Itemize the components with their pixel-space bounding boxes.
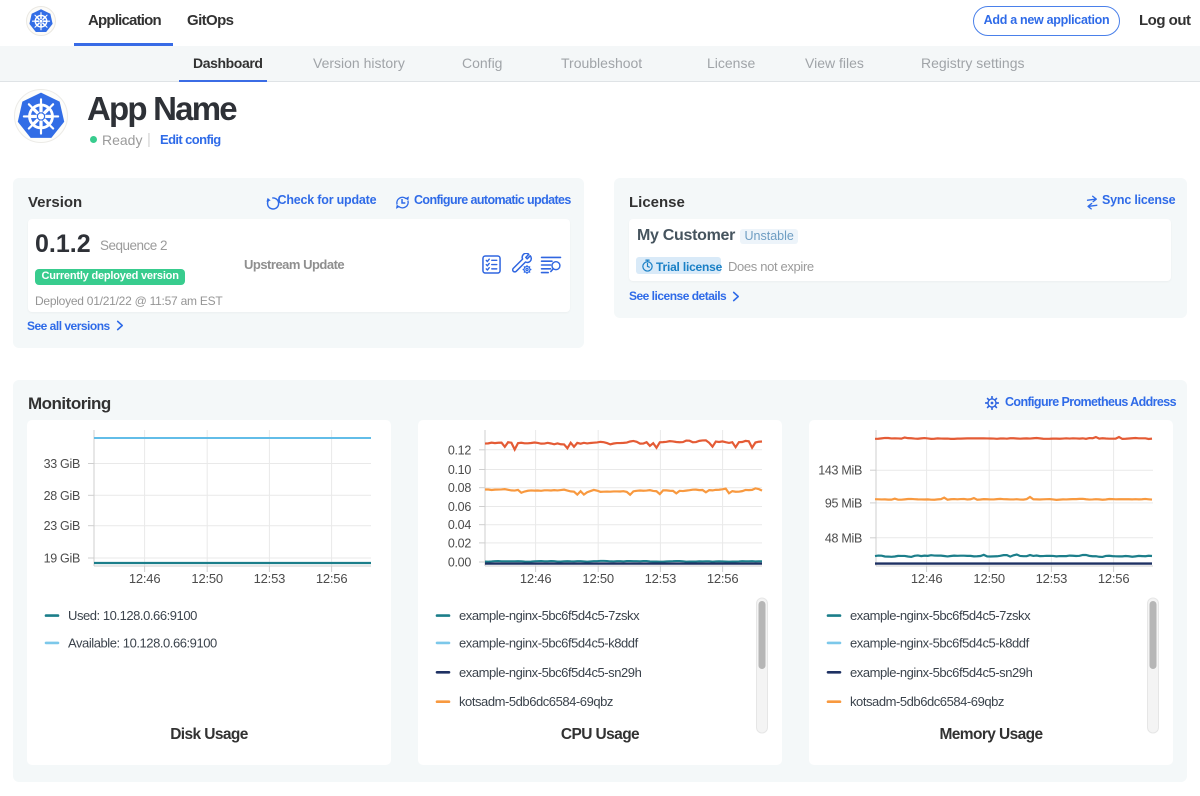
svg-text:0.08: 0.08 bbox=[448, 481, 471, 495]
svg-text:Disk Usage: Disk Usage bbox=[170, 726, 249, 743]
svg-text:0.06: 0.06 bbox=[448, 500, 471, 514]
svg-text:19 GiB: 19 GiB bbox=[44, 552, 80, 566]
svg-text:example-nginx-5bc6f5d4c5-sn29h: example-nginx-5bc6f5d4c5-sn29h bbox=[850, 665, 1033, 680]
svg-text:CPU Usage: CPU Usage bbox=[561, 726, 640, 743]
svg-text:0.04: 0.04 bbox=[448, 518, 471, 532]
svg-text:example-nginx-5bc6f5d4c5-k8ddf: example-nginx-5bc6f5d4c5-k8ddf bbox=[850, 635, 1030, 650]
svg-text:0.02: 0.02 bbox=[448, 536, 471, 550]
svg-text:12:46: 12:46 bbox=[129, 571, 161, 586]
svg-text:12:50: 12:50 bbox=[973, 571, 1005, 586]
svg-text:95 MiB: 95 MiB bbox=[825, 496, 862, 510]
svg-text:12:46: 12:46 bbox=[911, 571, 943, 586]
svg-text:12:53: 12:53 bbox=[254, 571, 286, 586]
svg-text:Available: 10.128.0.66:9100: Available: 10.128.0.66:9100 bbox=[68, 635, 217, 650]
svg-text:kotsadm-5db6dc6584-69qbz: kotsadm-5db6dc6584-69qbz bbox=[459, 694, 613, 709]
svg-text:12:56: 12:56 bbox=[707, 571, 739, 586]
svg-text:kotsadm-5db6dc6584-69qbz: kotsadm-5db6dc6584-69qbz bbox=[850, 694, 1004, 709]
svg-text:12:56: 12:56 bbox=[316, 571, 348, 586]
svg-text:0.00: 0.00 bbox=[448, 556, 471, 570]
svg-text:0.12: 0.12 bbox=[448, 443, 471, 457]
svg-text:example-nginx-5bc6f5d4c5-7zskx: example-nginx-5bc6f5d4c5-7zskx bbox=[850, 608, 1031, 623]
svg-text:23 GiB: 23 GiB bbox=[44, 519, 80, 533]
svg-text:12:53: 12:53 bbox=[645, 571, 677, 586]
svg-text:12:50: 12:50 bbox=[582, 571, 614, 586]
svg-text:Used: 10.128.0.66:9100: Used: 10.128.0.66:9100 bbox=[68, 608, 197, 623]
svg-text:48 MiB: 48 MiB bbox=[825, 531, 862, 545]
svg-text:12:46: 12:46 bbox=[520, 571, 552, 586]
svg-text:example-nginx-5bc6f5d4c5-sn29h: example-nginx-5bc6f5d4c5-sn29h bbox=[459, 665, 642, 680]
svg-text:0.10: 0.10 bbox=[448, 463, 471, 477]
svg-text:12:50: 12:50 bbox=[191, 571, 223, 586]
svg-text:12:56: 12:56 bbox=[1098, 571, 1130, 586]
svg-text:28 GiB: 28 GiB bbox=[44, 489, 80, 503]
svg-text:example-nginx-5bc6f5d4c5-7zskx: example-nginx-5bc6f5d4c5-7zskx bbox=[459, 608, 640, 623]
svg-text:143 MiB: 143 MiB bbox=[818, 464, 862, 478]
svg-text:33 GiB: 33 GiB bbox=[44, 457, 80, 471]
svg-text:Memory Usage: Memory Usage bbox=[939, 726, 1043, 743]
svg-text:12:53: 12:53 bbox=[1036, 571, 1068, 586]
svg-text:example-nginx-5bc6f5d4c5-k8ddf: example-nginx-5bc6f5d4c5-k8ddf bbox=[459, 635, 639, 650]
